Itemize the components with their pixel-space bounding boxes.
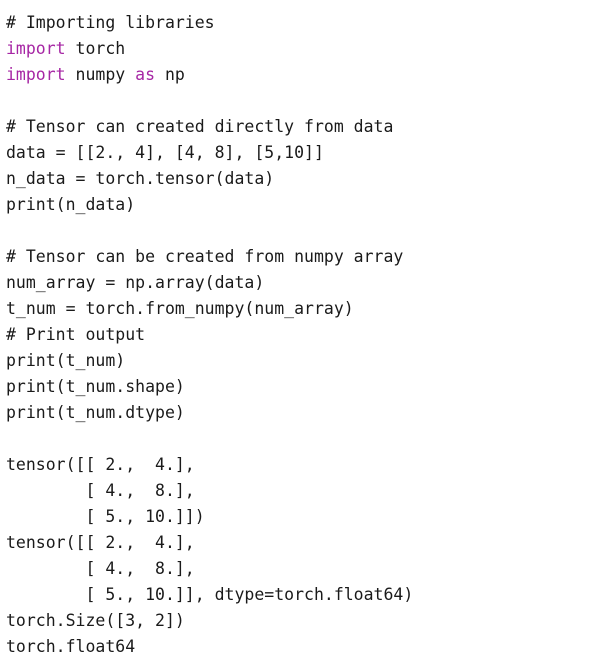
code-text: data = [[2., 4], [4, 8], [5,10]] xyxy=(6,143,324,162)
code-block: # Importing libraries import torch import … xyxy=(0,0,596,656)
code-text: tensor([[ 2., 4.], xyxy=(6,533,195,552)
code-text: torch xyxy=(65,39,126,58)
code-keyword: import xyxy=(6,39,66,58)
code-line: print(t_num) xyxy=(6,348,596,374)
code-comment: # Tensor can created directly from data xyxy=(6,117,394,136)
code-text: num_array = np.array(data) xyxy=(6,273,265,292)
code-line: [ 5., 10.]], dtype=torch.float64) xyxy=(6,582,596,608)
code-text: numpy xyxy=(65,65,136,84)
code-text: torch.Size([3, 2]) xyxy=(6,611,185,630)
code-line: print(n_data) xyxy=(6,192,596,218)
code-line: data = [[2., 4], [4, 8], [5,10]] xyxy=(6,140,596,166)
code-line: tensor([[ 2., 4.], xyxy=(6,452,596,478)
code-line: # Tensor can created directly from data xyxy=(6,114,596,140)
code-text: [ 5., 10.]]) xyxy=(6,507,205,526)
code-line: torch.float64 xyxy=(6,634,596,660)
code-line: print(t_num.dtype) xyxy=(6,400,596,426)
code-text: print(t_num.dtype) xyxy=(6,403,185,422)
code-line: print(t_num.shape) xyxy=(6,374,596,400)
code-line: # Tensor can be created from numpy array xyxy=(6,244,596,270)
code-line: import numpy as np xyxy=(6,62,596,88)
code-line: t_num = torch.from_numpy(num_array) xyxy=(6,296,596,322)
code-line: [ 5., 10.]]) xyxy=(6,504,596,530)
code-keyword: import xyxy=(6,65,66,84)
code-text: print(t_num.shape) xyxy=(6,377,185,396)
code-comment: # Print output xyxy=(6,325,146,344)
code-text: n_data = torch.tensor(data) xyxy=(6,169,275,188)
code-text: t_num = torch.from_numpy(num_array) xyxy=(6,299,354,318)
code-text: print(t_num) xyxy=(6,351,126,370)
code-text: [ 4., 8.], xyxy=(6,481,195,500)
code-line: [ 4., 8.], xyxy=(6,556,596,582)
code-text: torch.float64 xyxy=(6,637,136,656)
code-text: np xyxy=(155,65,185,84)
code-line: import torch xyxy=(6,36,596,62)
code-line: n_data = torch.tensor(data) xyxy=(6,166,596,192)
code-comment: # Importing libraries xyxy=(6,13,215,32)
code-text: print(n_data) xyxy=(6,195,136,214)
code-comment: # Tensor can be created from numpy array xyxy=(6,247,404,266)
code-text: [ 5., 10.]], dtype=torch.float64) xyxy=(6,585,414,604)
code-line: # Importing libraries xyxy=(6,10,596,36)
code-line: # Print output xyxy=(6,322,596,348)
code-line: num_array = np.array(data) xyxy=(6,270,596,296)
code-line: [ 4., 8.], xyxy=(6,478,596,504)
code-text: [ 4., 8.], xyxy=(6,559,195,578)
code-text: tensor([[ 2., 4.], xyxy=(6,455,195,474)
code-line: tensor([[ 2., 4.], xyxy=(6,530,596,556)
code-line: torch.Size([3, 2]) xyxy=(6,608,596,634)
code-keyword: as xyxy=(135,65,156,84)
